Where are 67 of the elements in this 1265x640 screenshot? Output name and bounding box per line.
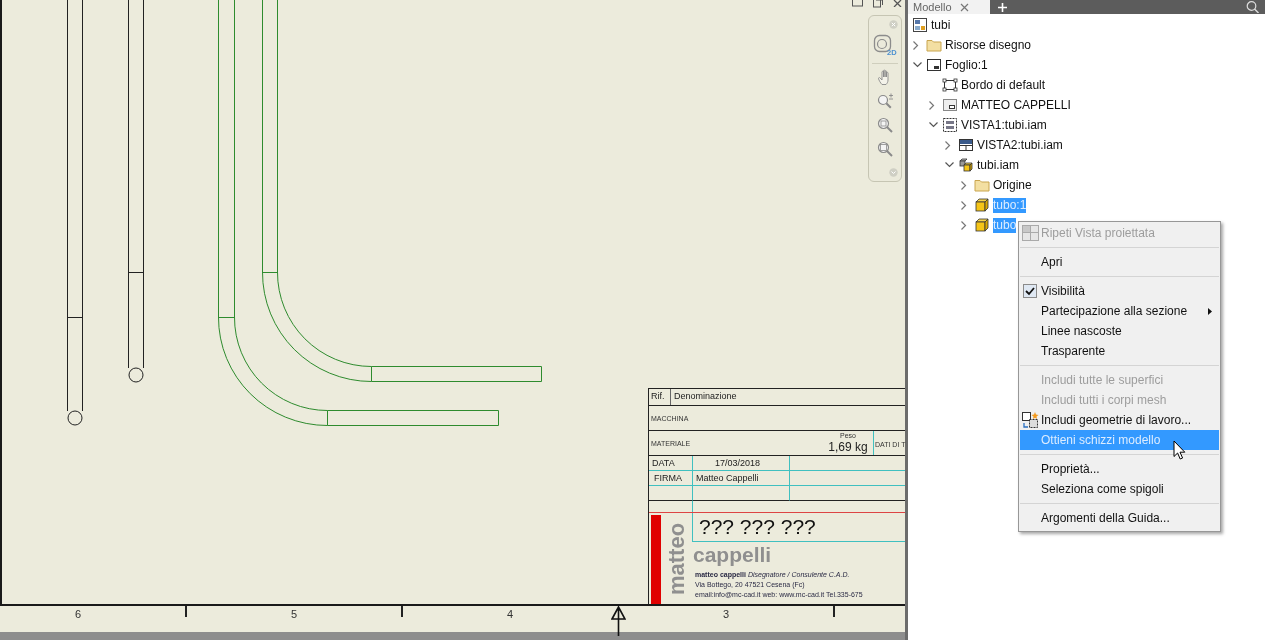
folder-icon — [974, 177, 990, 193]
cube-icon — [974, 197, 990, 213]
tree-item[interactable]: Bordo di default — [961, 77, 1046, 93]
tree-item[interactable]: Foglio:1 — [945, 57, 988, 73]
restore-icon[interactable] — [873, 0, 883, 8]
date-label: DATA — [649, 456, 692, 471]
add-tab-icon[interactable] — [998, 3, 1007, 12]
chevron-right-icon[interactable] — [961, 220, 967, 230]
drawing-code: ??? ??? ??? — [699, 515, 816, 539]
logo-text: cappelli — [693, 544, 772, 566]
chevron-right-icon[interactable] — [961, 180, 967, 190]
assembly-icon — [958, 157, 974, 173]
border-frame-icon — [942, 77, 958, 93]
menu-item[interactable]: Apri — [1020, 252, 1219, 272]
chevron-down-icon[interactable] — [929, 122, 938, 128]
chevron-right-icon[interactable] — [945, 140, 951, 150]
chevron-right-icon[interactable] — [961, 200, 967, 210]
date-value: 17/03/2018 — [692, 456, 789, 471]
work-geometry-icon — [1021, 411, 1039, 429]
checkbox-icon[interactable] — [1023, 284, 1037, 298]
tree-item[interactable]: Risorse disegno — [945, 37, 1032, 53]
search-icon[interactable] — [1246, 1, 1259, 13]
view-icon — [942, 117, 958, 133]
ref-label: Rif. — [651, 391, 665, 401]
menu-item[interactable]: Includi geometrie di lavoro... — [1020, 410, 1219, 430]
weight-value: 1,69 kg — [828, 440, 868, 454]
zoom-icon[interactable] — [876, 93, 894, 109]
menu-item[interactable]: Proprietà... — [1020, 459, 1219, 479]
cube-icon — [974, 217, 990, 233]
ruler-label: 3 — [722, 608, 730, 622]
tree-item[interactable]: VISTA1:tubi.iam — [961, 117, 1047, 133]
chevron-right-icon[interactable] — [913, 40, 919, 50]
tree-item[interactable]: tubi — [931, 17, 951, 33]
cursor-icon — [1173, 440, 1186, 460]
tree-item[interactable]: Origine — [993, 177, 1032, 193]
name-label: Denominazione — [674, 391, 737, 401]
menu-item[interactable]: Seleziona come spigoli — [1020, 479, 1219, 499]
menu-item[interactable]: Trasparente — [1020, 341, 1219, 361]
close-icon[interactable] — [893, 0, 903, 7]
folder-icon — [926, 37, 942, 53]
chevron-down-icon[interactable] — [945, 162, 954, 168]
tree-item[interactable]: tubi.iam — [977, 157, 1020, 173]
chevron-right-icon[interactable] — [929, 100, 935, 110]
ruler-label: 5 — [290, 608, 298, 622]
drawing-document-icon — [912, 17, 928, 33]
minimize-icon[interactable] — [852, 0, 863, 7]
menu-item[interactable]: Partecipazione alla sezione — [1020, 301, 1219, 321]
logo-text: matteo — [665, 521, 688, 595]
title-block-icon — [942, 97, 958, 113]
zoom-window-icon[interactable] — [877, 117, 893, 133]
projected-view-icon — [958, 137, 974, 153]
signature-label: FIRMA — [649, 471, 692, 486]
sheet-icon — [926, 57, 942, 73]
menu-item[interactable]: Argomenti della Guida... — [1020, 508, 1219, 528]
chevron-down-icon[interactable] — [913, 62, 922, 68]
ruler-label: 4 — [506, 608, 514, 622]
projected-view-icon — [1021, 225, 1039, 241]
tree-item[interactable]: VISTA2:tubi.iam — [977, 137, 1063, 153]
tree-item[interactable]: MATTEO CAPPELLI — [961, 97, 1071, 113]
signature-value: Matteo Cappelli — [692, 471, 789, 486]
submenu-arrow-icon — [1208, 307, 1212, 315]
menu-item[interactable]: Visibilità — [1020, 281, 1219, 301]
tab[interactable]: Modello — [908, 0, 990, 14]
ruler-label: 6 — [74, 608, 82, 622]
close-icon[interactable] — [959, 2, 969, 12]
zoom-all-icon[interactable] — [877, 141, 893, 157]
menu-item[interactable]: Linee nascoste — [1020, 321, 1219, 341]
